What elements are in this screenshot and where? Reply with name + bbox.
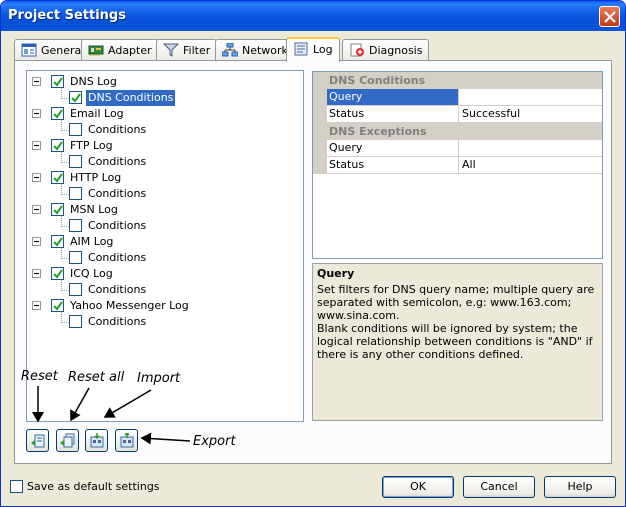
property-name[interactable]: Query <box>327 89 459 105</box>
help-button[interactable]: Help <box>544 476 616 498</box>
property-grid-gutter <box>313 89 327 123</box>
category-dns-conditions[interactable]: DNS Conditions <box>313 72 602 89</box>
property-grid[interactable]: DNS Conditions Query Status Successful D… <box>312 71 603 259</box>
save-default-label[interactable]: Save as default settings <box>27 480 160 493</box>
property-row-status[interactable]: Status Successful <box>327 106 602 123</box>
property-grid-gutter <box>313 140 327 174</box>
description-text-1: Set filters for DNS query name; multiple… <box>317 283 595 322</box>
property-value[interactable] <box>460 140 602 156</box>
property-name[interactable]: Status <box>327 106 459 122</box>
tab-label: Log <box>313 43 333 56</box>
property-name[interactable]: Status <box>327 157 459 173</box>
property-value[interactable]: All <box>460 157 602 173</box>
description-text-2: Blank conditions will be ignored by syst… <box>317 322 593 361</box>
property-description: Query Set filters for DNS query name; mu… <box>312 263 603 421</box>
project-settings-window: Project Settings General Adapter Filter <box>0 0 626 507</box>
log-icon <box>294 42 308 56</box>
tab-log[interactable]: Log <box>286 37 340 62</box>
category-dns-exceptions[interactable]: DNS Exceptions <box>313 123 602 140</box>
property-value[interactable]: Successful <box>460 106 602 122</box>
property-name[interactable]: Query <box>327 140 459 156</box>
property-value[interactable] <box>460 89 602 105</box>
save-default-checkbox[interactable] <box>10 480 23 493</box>
description-title: Query <box>317 267 355 280</box>
property-row-status[interactable]: Status All <box>327 157 602 174</box>
cancel-button[interactable]: Cancel <box>463 476 535 498</box>
property-row-query[interactable]: Query <box>327 89 602 106</box>
property-row-query[interactable]: Query <box>327 140 602 157</box>
ok-button[interactable]: OK <box>382 476 454 498</box>
